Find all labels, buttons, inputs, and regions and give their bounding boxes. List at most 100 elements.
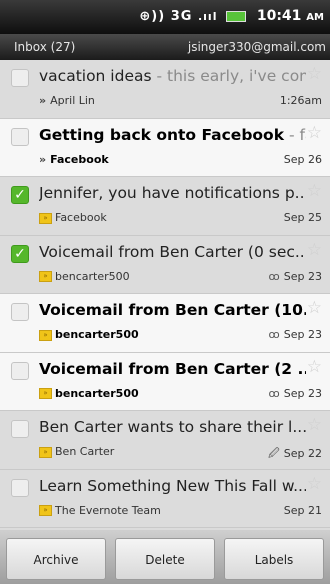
- label-tag-icon: »: [39, 388, 52, 399]
- message-sender: bencarter500: [55, 386, 139, 400]
- clock-ampm: AM: [306, 12, 324, 23]
- message-date: Sep 22: [283, 447, 322, 460]
- archive-button[interactable]: Archive: [6, 538, 106, 580]
- account-bar[interactable]: Inbox (27) jsinger330@gmail.com: [0, 34, 330, 60]
- message-date: Sep 25: [283, 211, 322, 224]
- message-meta: » Ben Carter 🖉 Sep 22: [39, 445, 322, 460]
- message-date-group: ꝏ Sep 23: [269, 387, 322, 400]
- network-icons: ⊕)) 3G: [139, 9, 193, 24]
- voicemail-icon: ꝏ: [268, 386, 280, 400]
- message-date: Sep 26: [283, 152, 322, 166]
- star-icon[interactable]: ☆: [307, 123, 322, 143]
- message-subject-line: Learn Something New This Fall w...: [39, 477, 306, 495]
- select-checkbox[interactable]: [11, 478, 29, 497]
- label-tag-icon: »: [39, 329, 52, 341]
- list-item[interactable]: Voicemail from Ben Carter (10... ☆ » bencar…: [0, 294, 330, 353]
- message-sender: bencarter500: [55, 269, 130, 283]
- message-subject-line: Ben Carter wants to share their l... -..…: [39, 418, 306, 436]
- message-subject: Getting back onto Facebook: [39, 125, 285, 144]
- select-checkbox[interactable]: [11, 361, 29, 380]
- star-icon[interactable]: ☆: [307, 298, 322, 318]
- label-tag-icon: »: [39, 505, 52, 516]
- star-icon[interactable]: ☆: [307, 64, 322, 84]
- message-date-group: 1:26am: [280, 94, 322, 107]
- message-date-group: Sep 25: [284, 211, 322, 224]
- action-bar: Archive Delete Labels: [0, 530, 330, 584]
- list-item[interactable]: ✓ Voicemail from Ben Carter (0 sec... ☆ » be…: [0, 235, 330, 294]
- attachment-icon: 🖉: [268, 447, 280, 460]
- message-date: 1:26am: [279, 94, 322, 107]
- message-snippet: - fa...: [288, 125, 306, 144]
- signal-icon: .ııl: [197, 10, 218, 23]
- star-icon[interactable]: ☆: [307, 474, 322, 494]
- message-subject-line: Voicemail from Ben Carter (0 sec...: [39, 243, 306, 261]
- message-sender: bencarter500: [55, 328, 139, 341]
- message-meta: » bencarter500 ꝏ Sep 23: [39, 270, 322, 283]
- clock: 10:41 AM: [257, 8, 324, 24]
- message-subject: Voicemail from Ben Carter (10...: [39, 301, 306, 319]
- star-icon[interactable]: ☆: [307, 240, 322, 260]
- message-date-group: Sep 21: [284, 504, 322, 517]
- list-item[interactable]: Ben Carter wants to share their l... -..…: [0, 411, 330, 470]
- labels-button[interactable]: Labels: [224, 538, 324, 580]
- thread-chevron-icon: »: [39, 94, 47, 107]
- select-checkbox[interactable]: ✓: [11, 186, 29, 204]
- star-icon[interactable]: ☆: [307, 181, 322, 201]
- message-subject: vacation ideas: [39, 67, 152, 85]
- message-sender: Facebook: [50, 152, 109, 166]
- message-subject: Voicemail from Ben Carter (0 sec...: [39, 242, 306, 261]
- message-subject-line: Voicemail from Ben Carter (10...: [39, 301, 306, 319]
- message-meta: » bencarter500 ꝏ Sep 23: [39, 328, 322, 341]
- message-subject-line: Getting back onto Facebook - fa...: [39, 126, 306, 144]
- message-subject-line: vacation ideas - this early, i've come..…: [39, 67, 306, 85]
- select-checkbox[interactable]: [11, 303, 29, 321]
- clock-time: 10:41: [256, 8, 302, 24]
- message-subject: Voicemail from Ben Carter (2 ...: [39, 359, 306, 378]
- message-sender: April Lin: [50, 94, 95, 107]
- message-subject: Learn Something New This Fall w...: [39, 476, 306, 495]
- battery-icon: [226, 11, 246, 22]
- status-bar: ⊕)) 3G .ııl 10:41 AM: [0, 0, 330, 34]
- message-snippet: - this early, i've come...: [156, 67, 307, 85]
- thread-chevron-icon: »: [39, 152, 47, 166]
- message-sender: Ben Carter: [55, 445, 115, 458]
- message-meta: » April Lin 1:26am: [39, 94, 322, 107]
- list-item[interactable]: Learn Something New This Fall w... ☆ » The …: [0, 469, 330, 528]
- inbox-label: Inbox (27): [14, 40, 76, 54]
- message-subject-line: Jennifer, you have notifications p...: [39, 184, 306, 202]
- delete-button[interactable]: Delete: [115, 538, 215, 580]
- message-list[interactable]: vacation ideas - this early, i've come..…: [0, 60, 330, 530]
- message-date: Sep 23: [283, 328, 322, 341]
- status-icons: ⊕)) 3G .ııl: [139, 9, 246, 24]
- message-date-group: 🖉 Sep 22: [268, 445, 322, 464]
- message-subject-line: Voicemail from Ben Carter (2 ... -...: [39, 360, 306, 378]
- message-meta: » bencarter500 ꝏ Sep 23: [39, 387, 322, 400]
- label-tag-icon: »: [39, 212, 52, 224]
- select-checkbox[interactable]: ✓: [11, 244, 29, 263]
- message-date: Sep 23: [283, 269, 322, 283]
- select-checkbox[interactable]: [11, 127, 29, 146]
- message-meta: » Facebook Sep 25: [39, 211, 322, 224]
- message-meta: » Facebook Sep 26: [39, 153, 322, 166]
- select-checkbox[interactable]: [11, 420, 29, 438]
- message-sender: Facebook: [55, 211, 107, 224]
- select-checkbox[interactable]: [11, 69, 29, 87]
- voicemail-icon: ꝏ: [268, 328, 280, 341]
- list-item[interactable]: ✓ Jennifer, you have notifications p... ☆ »…: [0, 177, 330, 236]
- message-date-group: ꝏ Sep 23: [269, 270, 322, 283]
- star-icon[interactable]: ☆: [307, 415, 322, 435]
- message-date: Sep 21: [283, 503, 322, 517]
- voicemail-icon: ꝏ: [268, 269, 280, 283]
- list-item[interactable]: Voicemail from Ben Carter (2 ... -...☆ »b…: [0, 352, 330, 411]
- label-tag-icon: »: [39, 446, 52, 458]
- message-date-group: Sep 26: [284, 153, 322, 166]
- label-tag-icon: »: [39, 271, 52, 282]
- message-sender: The Evernote Team: [55, 503, 161, 517]
- message-date: Sep 23: [283, 386, 322, 400]
- star-icon[interactable]: ☆: [307, 357, 322, 377]
- message-date-group: ꝏ Sep 23: [269, 328, 322, 341]
- message-subject: Jennifer, you have notifications p...: [39, 184, 306, 202]
- list-item[interactable]: Getting back onto Facebook - fa...☆ »Face…: [0, 118, 330, 177]
- list-item[interactable]: vacation ideas - this early, i've come..…: [0, 60, 330, 119]
- message-subject: Ben Carter wants to share their l...: [39, 418, 306, 436]
